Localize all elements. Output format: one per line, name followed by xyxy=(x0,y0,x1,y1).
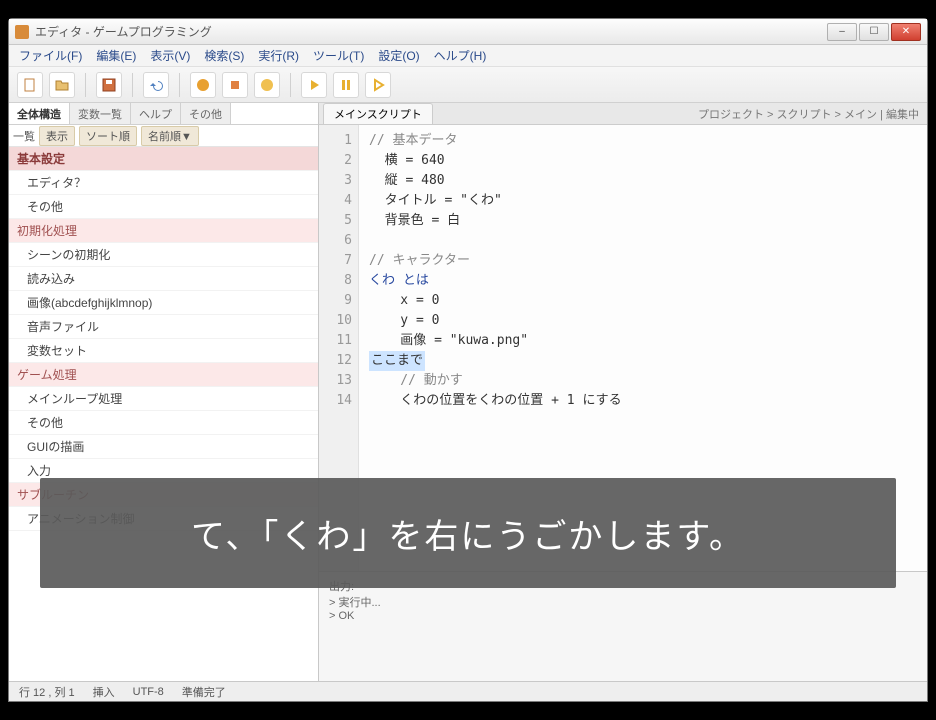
editor-tabs: メインスクリプト プロジェクト > スクリプト > メイン | 編集中 xyxy=(319,103,927,125)
status-encoding: UTF-8 xyxy=(133,686,164,698)
sidebar-tree[interactable]: 基本設定エディタ？その他初期化処理シーンの初期化読み込み画像(abcdefghi… xyxy=(9,147,318,681)
window-title: エディタ - ゲームプログラミング xyxy=(35,23,212,40)
status-ready: 準備完了 xyxy=(182,684,226,700)
tree-item[interactable]: 画像(abcdefghijklmnop) xyxy=(9,291,318,315)
output-line: > 実行中... xyxy=(329,594,917,610)
open-file-button[interactable] xyxy=(49,72,75,98)
sidebar-tab-other[interactable]: その他 xyxy=(181,103,231,124)
output-line: > OK xyxy=(329,610,917,622)
tree-item[interactable]: ゲーム処理 xyxy=(9,363,318,387)
tree-item[interactable]: その他 xyxy=(9,195,318,219)
sidebar-chip-order[interactable]: 名前順▼ xyxy=(141,126,199,146)
stop-button[interactable] xyxy=(222,72,248,98)
menu-edit[interactable]: 編集(E) xyxy=(96,47,136,64)
sidebar-tabs: 全体構造 変数一覧 ヘルプ その他 xyxy=(9,103,318,125)
app-window: エディタ - ゲームプログラミング – ☐ ✕ ファイル(F) 編集(E) 表示… xyxy=(8,18,928,702)
sidebar-tab-vars[interactable]: 変数一覧 xyxy=(70,103,131,124)
close-button[interactable]: ✕ xyxy=(891,23,921,41)
subtitle-caption: て、「くわ」を右にうごかします。 xyxy=(40,478,896,588)
menu-run[interactable]: 実行(R) xyxy=(258,47,299,64)
sidebar-tab-help[interactable]: ヘルプ xyxy=(131,103,181,124)
tree-item[interactable]: 初期化処理 xyxy=(9,219,318,243)
step-over-button[interactable] xyxy=(365,72,391,98)
sidebar: 全体構造 変数一覧 ヘルプ その他 一覧 表示 ソート順 名前順▼ 基本設定エデ… xyxy=(9,103,319,681)
tree-item[interactable]: その他 xyxy=(9,411,318,435)
step-button[interactable] xyxy=(254,72,280,98)
tree-item[interactable]: 基本設定 xyxy=(9,147,318,171)
statusbar: 行 12 , 列 1 挿入 UTF-8 準備完了 xyxy=(9,681,927,701)
menu-settings[interactable]: 設定(O) xyxy=(378,47,419,64)
editor-area: メインスクリプト プロジェクト > スクリプト > メイン | 編集中 1234… xyxy=(319,103,927,681)
menu-file[interactable]: ファイル(F) xyxy=(19,47,82,64)
tree-item[interactable]: GUIの描画 xyxy=(9,435,318,459)
tree-item[interactable]: エディタ？ xyxy=(9,171,318,195)
tree-item[interactable]: メインループ処理 xyxy=(9,387,318,411)
sidebar-sub-label: 一覧 xyxy=(13,128,35,144)
undo-button[interactable] xyxy=(143,72,169,98)
menu-search[interactable]: 検索(S) xyxy=(204,47,244,64)
pause-button[interactable] xyxy=(333,72,359,98)
tree-item[interactable]: シーンの初期化 xyxy=(9,243,318,267)
titlebar: エディタ - ゲームプログラミング – ☐ ✕ xyxy=(9,19,927,45)
play-button[interactable] xyxy=(301,72,327,98)
maximize-button[interactable]: ☐ xyxy=(859,23,889,41)
menu-tools[interactable]: ツール(T) xyxy=(313,47,364,64)
new-file-button[interactable] xyxy=(17,72,43,98)
menubar: ファイル(F) 編集(E) 表示(V) 検索(S) 実行(R) ツール(T) 設… xyxy=(9,45,927,67)
app-icon xyxy=(15,25,29,39)
menu-view[interactable]: 表示(V) xyxy=(150,47,190,64)
sidebar-tab-structure[interactable]: 全体構造 xyxy=(9,103,70,124)
sidebar-chip-view[interactable]: 表示 xyxy=(39,126,75,146)
status-mode: 挿入 xyxy=(93,684,115,700)
status-cursor: 行 12 , 列 1 xyxy=(19,684,75,700)
tree-item[interactable]: 変数セット xyxy=(9,339,318,363)
tree-item[interactable]: 読み込み xyxy=(9,267,318,291)
sidebar-chip-sort[interactable]: ソート順 xyxy=(79,126,137,146)
editor-tab-main[interactable]: メインスクリプト xyxy=(323,103,433,124)
save-button[interactable] xyxy=(96,72,122,98)
sidebar-subbar: 一覧 表示 ソート順 名前順▼ xyxy=(9,125,318,147)
run-button[interactable] xyxy=(190,72,216,98)
toolbar xyxy=(9,67,927,103)
minimize-button[interactable]: – xyxy=(827,23,857,41)
editor-breadcrumb: プロジェクト > スクリプト > メイン | 編集中 xyxy=(690,106,927,122)
tree-item[interactable]: 音声ファイル xyxy=(9,315,318,339)
menu-help[interactable]: ヘルプ(H) xyxy=(434,47,487,64)
